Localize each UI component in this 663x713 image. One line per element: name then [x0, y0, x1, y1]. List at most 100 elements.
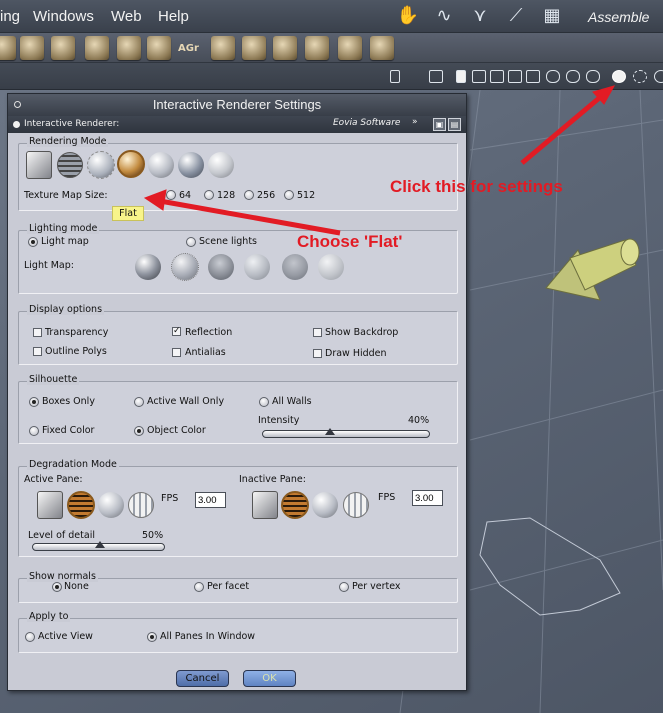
- shading-wire-icon[interactable]: [546, 70, 560, 83]
- inactive-fps-input[interactable]: [412, 490, 443, 506]
- light-map-radio[interactable]: [28, 237, 38, 247]
- spline-room-icon[interactable]: ⟋: [502, 5, 530, 27]
- tool-cloud-icon[interactable]: [85, 36, 109, 60]
- tool-camera-icon[interactable]: [273, 36, 297, 60]
- texture-128-radio[interactable]: [204, 190, 214, 200]
- apply-all-panes-radio[interactable]: [147, 632, 157, 642]
- layout-four-icon[interactable]: [508, 70, 522, 83]
- mode-texture-icon[interactable]: [208, 152, 234, 178]
- texture-64-radio[interactable]: [166, 190, 176, 200]
- layout-single-icon[interactable]: [456, 70, 466, 83]
- all-walls-radio[interactable]: [259, 397, 269, 407]
- bullet-icon: [13, 121, 20, 128]
- texture-256-radio[interactable]: [244, 190, 254, 200]
- tool-plant-icon[interactable]: [51, 36, 75, 60]
- lightmap-3-icon[interactable]: [208, 254, 234, 280]
- apply-active-view-radio[interactable]: [25, 632, 35, 642]
- tool-agr-icon[interactable]: AGr: [178, 36, 202, 60]
- tool-arrows-icon[interactable]: [305, 36, 329, 60]
- draw-hidden-label: Draw Hidden: [325, 348, 387, 359]
- texture-512-radio[interactable]: [284, 190, 294, 200]
- active-fps-input[interactable]: [195, 492, 226, 508]
- mode-hidden-line-icon[interactable]: [87, 151, 115, 179]
- mode-smooth-icon[interactable]: [148, 152, 174, 178]
- chevron-down-icon[interactable]: »: [412, 117, 418, 127]
- mode-flat-icon[interactable]: [117, 150, 145, 178]
- load-preset-icon[interactable]: ▤: [448, 118, 461, 131]
- normals-none-radio[interactable]: [52, 582, 62, 592]
- shading-solid-icon[interactable]: [566, 70, 580, 83]
- layout-two-icon[interactable]: [472, 70, 486, 83]
- mode-phong-icon[interactable]: [178, 152, 204, 178]
- mesh-room-icon[interactable]: ⋎: [466, 5, 494, 27]
- tool-terrain-icon[interactable]: [20, 36, 44, 60]
- level-of-detail-slider[interactable]: [32, 541, 165, 551]
- tool-target-icon[interactable]: [338, 36, 362, 60]
- tool-fire-icon[interactable]: [117, 36, 141, 60]
- preset-select[interactable]: Eovia Software: [333, 118, 423, 131]
- save-preset-icon[interactable]: ▣: [433, 118, 446, 131]
- view-grid-icon[interactable]: [429, 70, 443, 83]
- model-room-icon[interactable]: ∿: [430, 5, 458, 27]
- layout-three-icon[interactable]: [490, 70, 504, 83]
- inactive-tex-icon[interactable]: [343, 492, 369, 518]
- inactive-box-icon[interactable]: [252, 491, 278, 519]
- tool-bone-icon[interactable]: [370, 36, 394, 60]
- dialog-title: Interactive Renderer Settings: [152, 97, 322, 112]
- render-icon[interactable]: [654, 70, 663, 83]
- lightmap-6-icon[interactable]: [318, 254, 344, 280]
- show-backdrop-checkbox[interactable]: [313, 328, 322, 337]
- antialias-label: Antialias: [185, 347, 226, 358]
- render-area-icon[interactable]: [633, 70, 647, 83]
- lightmap-5-icon[interactable]: [282, 254, 308, 280]
- fixed-color-radio[interactable]: [29, 426, 39, 436]
- outline-polys-checkbox[interactable]: [33, 347, 42, 356]
- view-tree-icon[interactable]: [390, 70, 400, 83]
- tool-rocks-icon[interactable]: [147, 36, 171, 60]
- menu-item-windows[interactable]: Windows: [33, 8, 94, 25]
- active-wire-icon[interactable]: [67, 491, 95, 519]
- active-smooth-icon[interactable]: [98, 492, 124, 518]
- tool-hammer-icon[interactable]: [242, 36, 266, 60]
- active-tex-icon[interactable]: [128, 492, 154, 518]
- scene-lights-radio[interactable]: [186, 237, 196, 247]
- intensity-slider[interactable]: [262, 428, 430, 438]
- shading-box-icon[interactable]: [586, 70, 600, 83]
- menu-item-rendering[interactable]: ing: [0, 8, 20, 25]
- slider-thumb[interactable]: [325, 428, 336, 435]
- tool-gear-icon[interactable]: [0, 36, 16, 60]
- active-box-icon[interactable]: [37, 491, 63, 519]
- dialog-titlebar[interactable]: Interactive Renderer Settings: [8, 94, 466, 116]
- draw-hidden-checkbox[interactable]: [313, 349, 322, 358]
- mode-wireframe-icon[interactable]: [57, 152, 83, 178]
- inactive-smooth-icon[interactable]: [312, 492, 338, 518]
- inactive-wire-icon[interactable]: [281, 491, 309, 519]
- object-color-radio[interactable]: [134, 426, 144, 436]
- active-wall-only-radio[interactable]: [134, 397, 144, 407]
- menu-item-web[interactable]: Web: [111, 8, 142, 25]
- active-pane-label: Active Pane:: [24, 474, 83, 485]
- lightmap-1-icon[interactable]: [135, 254, 161, 280]
- transparency-label: Transparency: [45, 327, 109, 338]
- slider-thumb[interactable]: [94, 541, 105, 548]
- boxes-only-radio[interactable]: [29, 397, 39, 407]
- assemble-room-icon[interactable]: ▦: [538, 5, 566, 27]
- lightmap-2-icon[interactable]: [171, 253, 199, 281]
- tool-house-icon[interactable]: [211, 36, 235, 60]
- cone-object[interactable]: [545, 238, 640, 301]
- flat-annotation: Choose 'Flat': [297, 232, 403, 251]
- hand-room-icon[interactable]: ✋: [394, 5, 422, 27]
- menu-item-help[interactable]: Help: [158, 8, 189, 25]
- reflection-checkbox[interactable]: ✓: [172, 327, 181, 336]
- lightmap-4-icon[interactable]: [244, 254, 270, 280]
- ok-button[interactable]: OK: [243, 670, 296, 687]
- normals-per-facet-radio[interactable]: [194, 582, 204, 592]
- transparency-checkbox[interactable]: [33, 328, 42, 337]
- layout-custom-icon[interactable]: [526, 70, 540, 83]
- renderer-settings-icon[interactable]: [612, 70, 626, 83]
- cancel-button[interactable]: Cancel: [176, 670, 229, 687]
- antialias-checkbox[interactable]: [172, 348, 181, 357]
- mode-box-icon[interactable]: [26, 151, 52, 179]
- object-color-label: Object Color: [147, 425, 206, 436]
- normals-per-vertex-radio[interactable]: [339, 582, 349, 592]
